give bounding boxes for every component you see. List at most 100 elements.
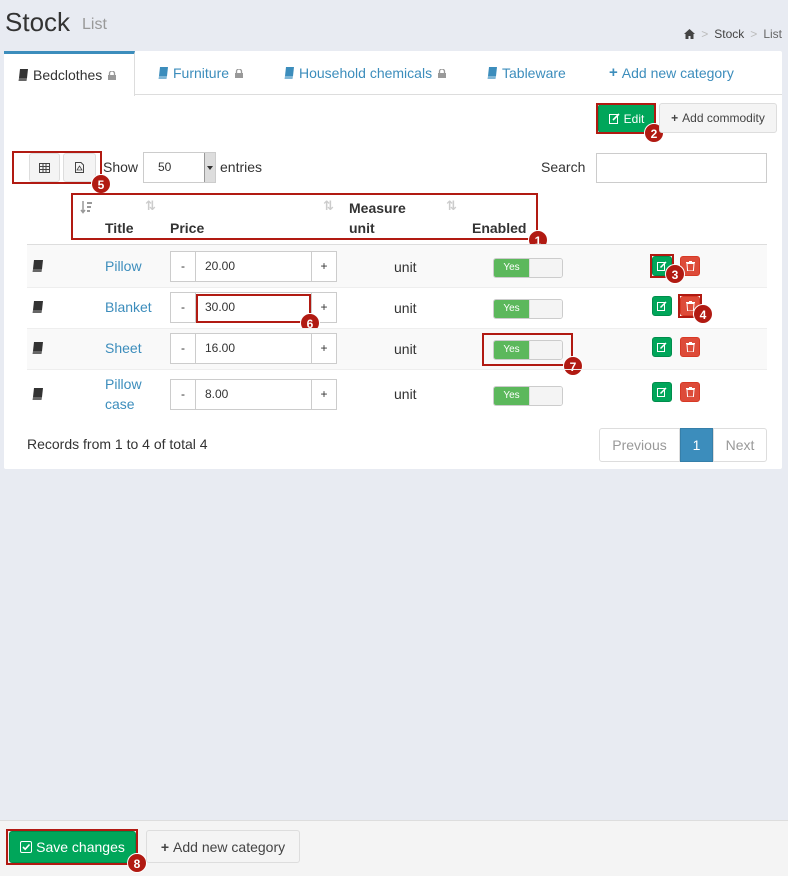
tab-label: Household chemicals: [299, 65, 433, 81]
add-commodity-label: Add commodity: [682, 111, 765, 125]
column-header-measure-unit: unit: [349, 220, 375, 236]
callout-badge-8: 8: [127, 853, 147, 873]
price-input[interactable]: 8.00: [196, 379, 311, 410]
row-edit-button[interactable]: [652, 382, 672, 402]
add-new-category-button[interactable]: + Add new category: [146, 830, 300, 863]
decrement-button[interactable]: -: [170, 379, 196, 410]
show-label: Show: [103, 159, 139, 175]
enabled-toggle[interactable]: Yes: [493, 299, 563, 319]
breadcrumb-separator: >: [701, 27, 709, 41]
price-stepper: - 20.00 +: [170, 251, 337, 282]
save-changes-button[interactable]: Save changes: [9, 831, 136, 863]
enabled-toggle[interactable]: Yes: [493, 386, 563, 406]
records-info: Records from 1 to 4 of total 4: [27, 436, 208, 452]
tab-tableware[interactable]: Tableware: [485, 51, 568, 95]
price-input[interactable]: 16.00: [196, 333, 311, 364]
enabled-toggle[interactable]: Yes: [493, 340, 563, 360]
tab-label: Add new category: [621, 65, 734, 81]
price-stepper: - 8.00 +: [170, 379, 337, 410]
book-icon: [284, 67, 294, 79]
tab-add-new-category[interactable]: + Add new category: [607, 51, 736, 95]
sort-icon[interactable]: ⇅: [323, 198, 334, 214]
toggle-knob: [529, 387, 562, 405]
tab-label: Tableware: [502, 65, 566, 81]
toggle-knob: [529, 259, 562, 277]
callout-badge-5: 5: [91, 174, 111, 194]
trash-icon: [685, 342, 695, 352]
callout-box-1: [71, 193, 538, 240]
decrement-button[interactable]: -: [170, 292, 196, 323]
measure-unit: unit: [394, 259, 417, 275]
pagination-next[interactable]: Next: [713, 428, 767, 462]
row-edit-button[interactable]: [652, 296, 672, 316]
book-icon: [18, 69, 28, 81]
breadcrumb: > Stock > List: [684, 27, 782, 41]
export-excel-button[interactable]: [29, 153, 60, 182]
check-square-icon: [20, 841, 33, 853]
column-header-price[interactable]: Price: [170, 220, 204, 236]
plus-icon: +: [671, 111, 679, 125]
row-title-link[interactable]: Pillow case: [105, 374, 142, 414]
column-header-measure[interactable]: Measure: [349, 200, 406, 216]
row-delete-button[interactable]: [680, 382, 700, 402]
pagination-previous[interactable]: Previous: [599, 428, 680, 462]
row-delete-button[interactable]: [680, 337, 700, 357]
toggle-knob: [529, 300, 562, 318]
decrement-button[interactable]: -: [170, 251, 196, 282]
edit-icon: [608, 113, 620, 124]
book-icon: [158, 67, 168, 79]
add-commodity-button[interactable]: + Add commodity: [659, 103, 777, 133]
sort-asc-icon[interactable]: [80, 200, 94, 214]
lock-icon: [108, 70, 117, 80]
tab-furniture[interactable]: Furniture: [156, 51, 245, 95]
home-icon[interactable]: [684, 29, 696, 39]
save-changes-label: Save changes: [36, 839, 125, 855]
trash-icon: [685, 261, 695, 271]
pdf-file-icon: [75, 162, 84, 173]
lock-icon: [438, 68, 447, 78]
row-edit-button[interactable]: [652, 337, 672, 357]
row-title-link[interactable]: Pillow: [105, 256, 142, 276]
increment-button[interactable]: +: [311, 379, 337, 410]
plus-icon: +: [160, 838, 170, 855]
export-pdf-button[interactable]: [63, 153, 96, 182]
breadcrumb-separator: >: [750, 27, 758, 41]
column-header-title[interactable]: Title: [105, 220, 134, 236]
tab-bedclothes[interactable]: Bedclothes: [4, 51, 135, 96]
entries-value: 50: [158, 160, 172, 174]
breadcrumb-stock[interactable]: Stock: [714, 27, 744, 41]
row-title-link[interactable]: Blanket: [105, 297, 152, 317]
footer-bar: Save changes 8 + Add new category: [0, 820, 788, 876]
edit-icon: [657, 387, 667, 397]
search-label: Search: [541, 159, 586, 175]
book-icon: [32, 301, 43, 313]
pagination-page-1[interactable]: 1: [680, 428, 713, 462]
sort-icon[interactable]: ⇅: [446, 198, 457, 214]
book-icon: [32, 260, 43, 272]
enabled-toggle[interactable]: Yes: [493, 258, 563, 278]
callout-badge-4: 4: [693, 304, 713, 324]
row-title-link[interactable]: Sheet: [105, 338, 142, 358]
price-input[interactable]: 20.00: [196, 251, 311, 282]
increment-button[interactable]: +: [311, 333, 337, 364]
decrement-button[interactable]: -: [170, 333, 196, 364]
stock-card: Bedclothes Furniture Household chemicals…: [4, 51, 782, 469]
measure-unit: unit: [394, 300, 417, 316]
breadcrumb-list: List: [763, 27, 782, 41]
page-subtitle: List: [82, 16, 107, 33]
increment-button[interactable]: +: [311, 251, 337, 282]
measure-unit: unit: [394, 386, 417, 402]
entries-select[interactable]: 50: [143, 152, 216, 183]
book-icon: [487, 67, 497, 79]
search-input[interactable]: [596, 153, 767, 183]
tab-household-chemicals[interactable]: Household chemicals: [282, 51, 448, 95]
chevron-down-icon: [204, 153, 215, 182]
sort-icon[interactable]: ⇅: [145, 198, 156, 214]
price-stepper: - 16.00 +: [170, 333, 337, 364]
pagination: Previous 1 Next: [599, 428, 767, 462]
measure-unit: unit: [394, 341, 417, 357]
column-header-enabled[interactable]: Enabled: [472, 220, 526, 236]
price-input[interactable]: 30.00: [196, 292, 311, 323]
table-icon: [39, 162, 50, 173]
edit-icon: [657, 342, 667, 352]
